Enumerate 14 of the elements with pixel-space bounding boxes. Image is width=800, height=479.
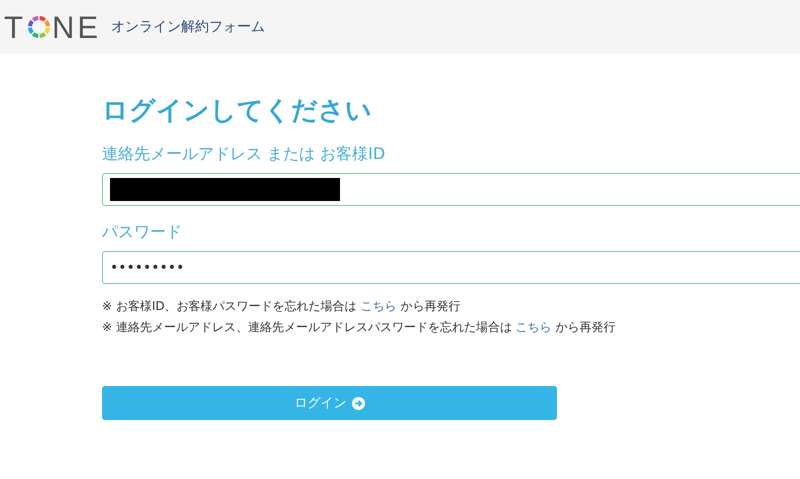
field-label: 連絡先メールアドレス または お客様ID [102, 144, 386, 165]
password-field[interactable]: ••••••••• [102, 251, 800, 284]
page-title: ログインしてください [102, 95, 373, 128]
field-label: パスワード [102, 222, 183, 243]
input-field[interactable] [102, 173, 800, 206]
logo-text: T [4, 12, 26, 42]
color-ring-icon [28, 16, 50, 38]
logo-text: NE [52, 12, 102, 42]
help-note: ※ 連絡先メールアドレス、連絡先メールアドレスパスワードを忘れた場合は こちら から再発行 [102, 319, 617, 336]
reissue-link[interactable]: こちら [360, 299, 396, 313]
header-subtitle: オンライン解約フォーム [111, 18, 266, 36]
arrow-circle-icon [352, 396, 364, 410]
help-note: ※ お客様ID、お客様パスワードを忘れた場合は こちら から再発行 [102, 298, 462, 315]
reissue-link[interactable]: こちら [516, 320, 552, 334]
